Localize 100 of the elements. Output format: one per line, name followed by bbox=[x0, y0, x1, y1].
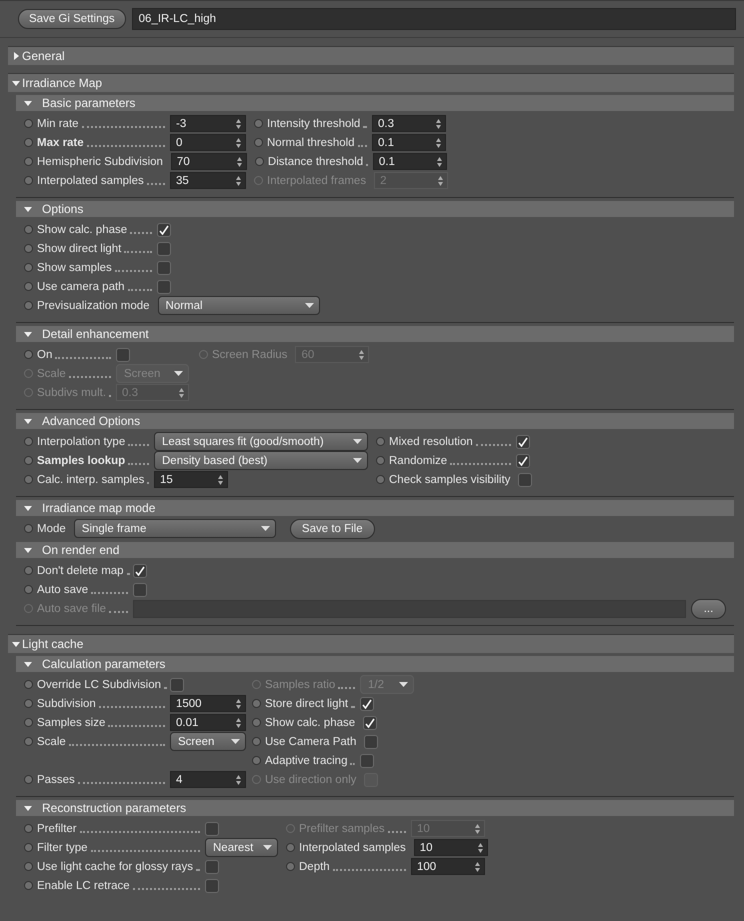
radio-bulb-icon[interactable] bbox=[254, 157, 264, 166]
collapse-triangle-icon[interactable] bbox=[24, 205, 32, 213]
radio-bulb-icon[interactable] bbox=[252, 756, 261, 765]
spinner-arrows-icon[interactable] bbox=[236, 118, 241, 128]
collapse-triangle-icon[interactable] bbox=[24, 417, 32, 425]
number-field[interactable]: 0.1 bbox=[372, 153, 447, 170]
radio-bulb-icon[interactable] bbox=[286, 843, 295, 852]
checkbox[interactable] bbox=[157, 222, 171, 236]
checkbox[interactable] bbox=[205, 822, 219, 836]
collapse-triangle-icon[interactable] bbox=[24, 546, 32, 554]
section-header[interactable]: Detail enhancement bbox=[16, 326, 734, 342]
section-header[interactable]: Reconstruction parameters bbox=[16, 800, 734, 816]
radio-bulb-icon[interactable] bbox=[24, 475, 33, 484]
spinner-arrows-icon[interactable] bbox=[236, 698, 241, 708]
checkbox[interactable] bbox=[133, 564, 147, 578]
number-field[interactable]: 0.1 bbox=[372, 134, 446, 151]
dropdown[interactable]: Single frame bbox=[74, 519, 276, 538]
radio-bulb-icon[interactable] bbox=[24, 524, 33, 533]
collapse-triangle-icon[interactable] bbox=[24, 99, 32, 107]
radio-bulb-icon[interactable] bbox=[24, 775, 33, 784]
spinner-arrows-icon[interactable] bbox=[218, 474, 223, 484]
checkbox[interactable] bbox=[364, 734, 378, 748]
radio-bulb-icon[interactable] bbox=[24, 585, 33, 594]
radio-bulb-icon[interactable] bbox=[24, 301, 33, 310]
radio-bulb-icon[interactable] bbox=[24, 862, 33, 871]
radio-bulb-icon[interactable] bbox=[24, 119, 33, 128]
spinner-arrows-icon[interactable] bbox=[236, 176, 241, 186]
expand-triangle-icon[interactable] bbox=[12, 52, 20, 60]
dropdown[interactable]: Least squares fit (good/smooth) bbox=[154, 432, 368, 451]
checkbox[interactable] bbox=[157, 280, 171, 294]
checkbox[interactable] bbox=[133, 582, 147, 596]
collapse-triangle-icon[interactable] bbox=[24, 504, 32, 512]
number-field[interactable]: 15 bbox=[154, 471, 228, 488]
collapse-triangle-icon[interactable] bbox=[24, 660, 32, 668]
spinner-arrows-icon[interactable] bbox=[475, 862, 480, 872]
spinner-arrows-icon[interactable] bbox=[236, 156, 242, 166]
section-header[interactable]: Irradiance map mode bbox=[16, 500, 734, 516]
number-field[interactable]: 0 bbox=[170, 134, 246, 151]
section-header[interactable]: On render end bbox=[16, 542, 734, 558]
section-header[interactable]: Options bbox=[16, 201, 734, 217]
radio-bulb-icon[interactable] bbox=[24, 824, 33, 833]
checkbox[interactable] bbox=[116, 348, 130, 362]
radio-bulb-icon[interactable] bbox=[24, 680, 33, 689]
spinner-arrows-icon[interactable] bbox=[436, 156, 442, 166]
collapse-triangle-icon[interactable] bbox=[12, 79, 20, 87]
spinner-arrows-icon[interactable] bbox=[436, 138, 441, 148]
radio-bulb-icon[interactable] bbox=[376, 456, 385, 465]
number-field[interactable]: 4 bbox=[170, 771, 246, 788]
radio-bulb-icon[interactable] bbox=[24, 350, 33, 359]
checkbox[interactable] bbox=[157, 260, 171, 274]
section-header[interactable]: Calculation parameters bbox=[16, 656, 734, 672]
radio-bulb-icon[interactable] bbox=[24, 881, 33, 890]
preset-name-field[interactable]: 06_IR-LC_high bbox=[132, 8, 736, 30]
collapse-triangle-icon[interactable] bbox=[12, 640, 20, 648]
radio-bulb-icon[interactable] bbox=[252, 699, 261, 708]
radio-bulb-icon[interactable] bbox=[24, 176, 33, 185]
radio-bulb-icon[interactable] bbox=[24, 699, 33, 708]
dropdown[interactable]: Screen bbox=[170, 732, 246, 751]
radio-bulb-icon[interactable] bbox=[252, 737, 261, 746]
checkbox[interactable] bbox=[205, 878, 219, 892]
radio-bulb-icon[interactable] bbox=[252, 718, 261, 727]
checkbox[interactable] bbox=[360, 696, 374, 710]
button[interactable]: Save to File bbox=[290, 518, 375, 538]
checkbox[interactable] bbox=[518, 472, 532, 486]
radio-bulb-icon[interactable] bbox=[24, 225, 33, 234]
checkbox[interactable] bbox=[360, 754, 374, 768]
spinner-arrows-icon[interactable] bbox=[478, 842, 483, 852]
radio-bulb-icon[interactable] bbox=[24, 138, 33, 147]
checkbox[interactable] bbox=[516, 434, 530, 448]
radio-bulb-icon[interactable] bbox=[24, 843, 33, 852]
number-field[interactable]: 10 bbox=[414, 839, 488, 856]
radio-bulb-icon[interactable] bbox=[254, 119, 263, 128]
checkbox[interactable] bbox=[516, 454, 530, 468]
number-field[interactable]: 70 bbox=[170, 153, 247, 170]
dropdown[interactable]: Normal bbox=[158, 296, 320, 315]
number-field[interactable]: 0.01 bbox=[170, 714, 246, 731]
section-header[interactable]: Basic parameters bbox=[16, 95, 734, 111]
radio-bulb-icon[interactable] bbox=[24, 566, 33, 575]
number-field[interactable]: -3 bbox=[170, 115, 246, 132]
spinner-arrows-icon[interactable] bbox=[236, 138, 241, 148]
radio-bulb-icon[interactable] bbox=[24, 456, 33, 465]
radio-bulb-icon[interactable] bbox=[24, 737, 33, 746]
section-header[interactable]: Advanced Options bbox=[16, 413, 734, 429]
save-gi-settings-button[interactable]: Save Gi Settings bbox=[18, 9, 126, 29]
spinner-arrows-icon[interactable] bbox=[236, 718, 241, 728]
radio-bulb-icon[interactable] bbox=[24, 718, 33, 727]
radio-bulb-icon[interactable] bbox=[376, 437, 385, 446]
checkbox[interactable] bbox=[157, 242, 171, 256]
radio-bulb-icon[interactable] bbox=[24, 282, 33, 291]
dropdown[interactable]: Density based (best) bbox=[154, 451, 368, 470]
radio-bulb-icon[interactable] bbox=[24, 157, 33, 166]
radio-bulb-icon[interactable] bbox=[24, 263, 33, 272]
radio-bulb-icon[interactable] bbox=[24, 244, 33, 253]
checkbox[interactable] bbox=[363, 716, 378, 730]
group-header[interactable]: General bbox=[8, 46, 734, 65]
radio-bulb-icon[interactable] bbox=[24, 437, 33, 446]
group-header[interactable]: Light cache bbox=[8, 634, 734, 653]
dropdown[interactable]: Nearest bbox=[205, 838, 278, 857]
number-field[interactable]: 1500 bbox=[170, 695, 246, 712]
number-field[interactable]: 35 bbox=[170, 172, 246, 189]
